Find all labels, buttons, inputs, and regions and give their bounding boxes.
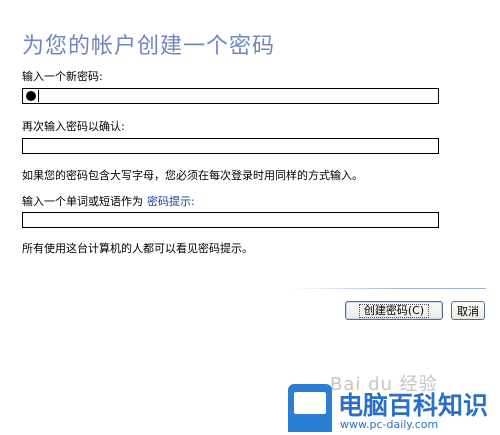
monitor-screen (294, 392, 326, 414)
confirm-password-input[interactable] (22, 138, 439, 154)
monitor-logo-icon (288, 384, 332, 432)
confirm-password-label: 再次输入密码以确认: (22, 120, 125, 133)
site-badge-url: www.pc-daily.com (340, 418, 439, 431)
new-password-label: 输入一个新密码: (22, 70, 103, 83)
uppercase-note: 如果您的密码包含大写字母，您必须在每次登录时用同样的方式输入。 (22, 169, 363, 182)
hint-visibility-note: 所有使用这台计算机的人都可以看见密码提示。 (22, 242, 253, 255)
create-password-button[interactable]: 创建密码(C) (345, 301, 443, 320)
password-hint-input[interactable] (22, 212, 439, 228)
create-password-button-label: 创建密码(C) (358, 303, 430, 318)
password-hint-link[interactable]: 密码提示: (147, 195, 195, 208)
page-title: 为您的帐户创建一个密码 (22, 34, 276, 59)
hint-label: 输入一个单词或短语作为 (22, 195, 143, 208)
cancel-button[interactable]: 取消 (451, 301, 485, 320)
site-badge-title: 电脑百科知识 (338, 391, 489, 420)
button-divider (290, 288, 486, 289)
hint-label-row: 输入一个单词或短语作为 密码提示: (22, 193, 195, 209)
password-dot-icon (26, 91, 36, 101)
text-caret (38, 90, 39, 102)
new-password-input[interactable] (22, 88, 439, 104)
